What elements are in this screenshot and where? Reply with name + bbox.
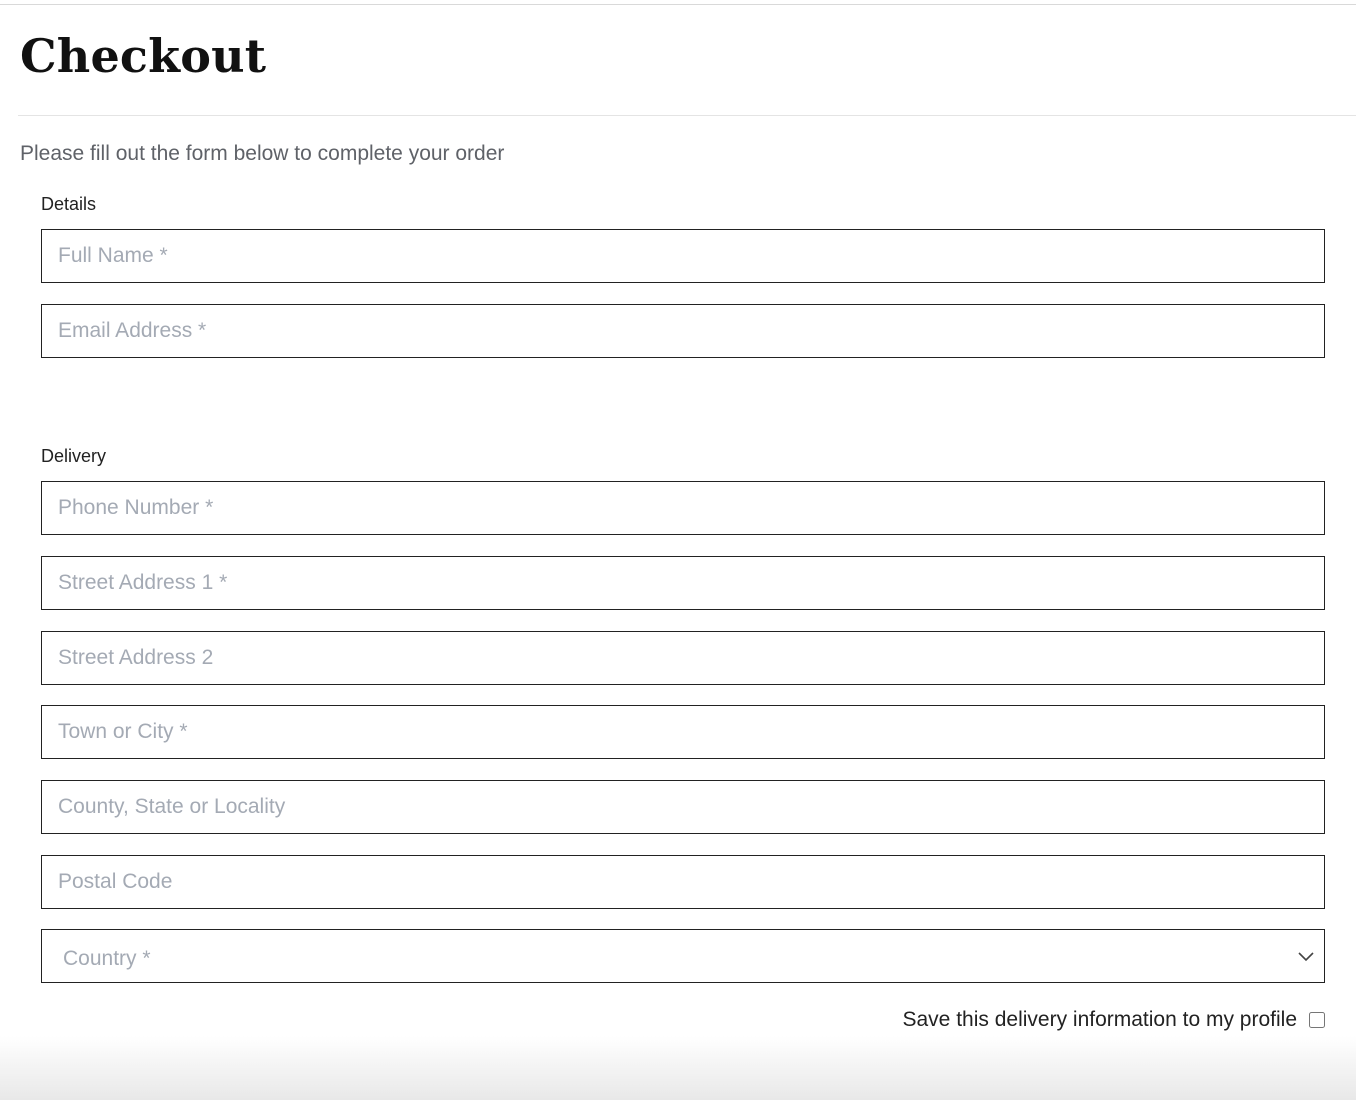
street-address-2-input[interactable]: [41, 631, 1325, 685]
full-name-input[interactable]: [41, 229, 1325, 283]
save-delivery-info-label: Save this delivery information to my pro…: [902, 1008, 1298, 1031]
form-instructions: Please fill out the form below to comple…: [20, 142, 505, 165]
save-delivery-info-row: Save this delivery information to my pro…: [902, 1006, 1325, 1034]
delivery-section-label: Delivery: [41, 446, 107, 466]
save-delivery-info-checkbox[interactable]: [1309, 1012, 1325, 1028]
street-address-1-input[interactable]: [41, 556, 1325, 610]
phone-number-input[interactable]: [41, 481, 1325, 535]
country-select-value: Country *: [63, 947, 151, 970]
checkout-page: Checkout Please fill out the form below …: [0, 0, 1356, 1100]
email-address-input[interactable]: [41, 304, 1325, 358]
page-title: Checkout: [20, 29, 267, 83]
title-divider: [18, 115, 1356, 116]
top-divider: [0, 4, 1356, 5]
country-select[interactable]: Country *: [41, 929, 1325, 983]
details-section-label: Details: [41, 194, 97, 214]
bottom-fade: [0, 1036, 1356, 1100]
town-or-city-input[interactable]: [41, 705, 1325, 759]
chevron-down-icon: [1298, 952, 1314, 962]
county-state-locality-input[interactable]: [41, 780, 1325, 834]
postal-code-input[interactable]: [41, 855, 1325, 909]
